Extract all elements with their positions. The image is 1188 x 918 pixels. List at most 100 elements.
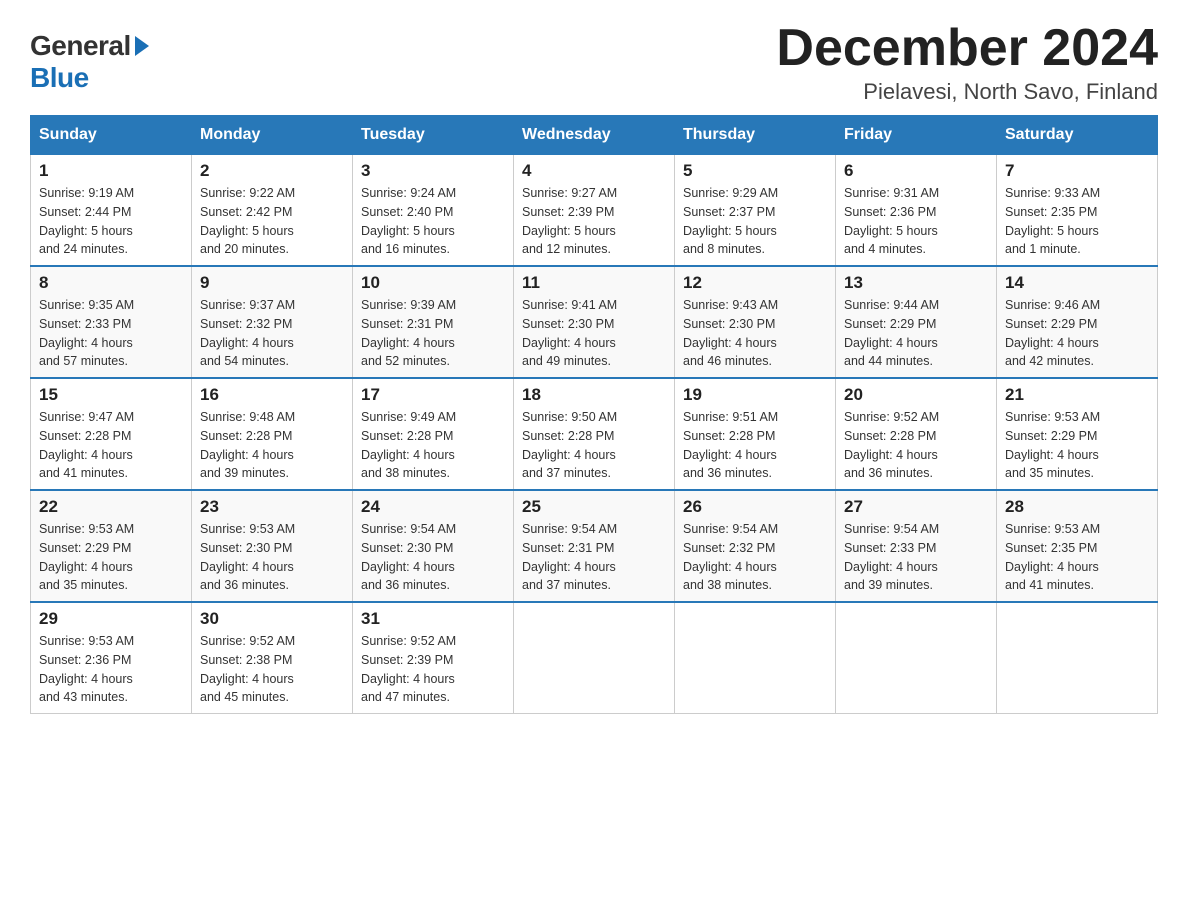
location-title: Pielavesi, North Savo, Finland [776,79,1158,105]
day-number: 15 [39,385,183,405]
table-row: 8 Sunrise: 9:35 AMSunset: 2:33 PMDayligh… [31,266,192,378]
day-number: 6 [844,161,988,181]
table-row: 14 Sunrise: 9:46 AMSunset: 2:29 PMDaylig… [997,266,1158,378]
day-info: Sunrise: 9:47 AMSunset: 2:28 PMDaylight:… [39,408,183,483]
day-info: Sunrise: 9:27 AMSunset: 2:39 PMDaylight:… [522,184,666,259]
day-number: 9 [200,273,344,293]
day-number: 7 [1005,161,1149,181]
day-number: 22 [39,497,183,517]
table-row [514,602,675,714]
table-row: 9 Sunrise: 9:37 AMSunset: 2:32 PMDayligh… [192,266,353,378]
day-info: Sunrise: 9:29 AMSunset: 2:37 PMDaylight:… [683,184,827,259]
day-number: 20 [844,385,988,405]
table-row: 26 Sunrise: 9:54 AMSunset: 2:32 PMDaylig… [675,490,836,602]
day-number: 12 [683,273,827,293]
day-number: 21 [1005,385,1149,405]
table-row: 31 Sunrise: 9:52 AMSunset: 2:39 PMDaylig… [353,602,514,714]
table-row: 13 Sunrise: 9:44 AMSunset: 2:29 PMDaylig… [836,266,997,378]
day-number: 14 [1005,273,1149,293]
month-title: December 2024 [776,20,1158,77]
day-number: 17 [361,385,505,405]
table-row: 5 Sunrise: 9:29 AMSunset: 2:37 PMDayligh… [675,155,836,267]
day-info: Sunrise: 9:53 AMSunset: 2:30 PMDaylight:… [200,520,344,595]
day-number: 19 [683,385,827,405]
day-number: 10 [361,273,505,293]
day-number: 30 [200,609,344,629]
day-number: 18 [522,385,666,405]
day-info: Sunrise: 9:43 AMSunset: 2:30 PMDaylight:… [683,296,827,371]
logo: General Blue [30,30,149,94]
table-row [836,602,997,714]
day-info: Sunrise: 9:49 AMSunset: 2:28 PMDaylight:… [361,408,505,483]
day-number: 8 [39,273,183,293]
day-number: 31 [361,609,505,629]
day-number: 11 [522,273,666,293]
table-row: 1 Sunrise: 9:19 AMSunset: 2:44 PMDayligh… [31,155,192,267]
day-number: 13 [844,273,988,293]
col-monday: Monday [192,116,353,155]
day-info: Sunrise: 9:54 AMSunset: 2:30 PMDaylight:… [361,520,505,595]
day-number: 1 [39,161,183,181]
table-row: 7 Sunrise: 9:33 AMSunset: 2:35 PMDayligh… [997,155,1158,267]
col-wednesday: Wednesday [514,116,675,155]
day-info: Sunrise: 9:53 AMSunset: 2:29 PMDaylight:… [39,520,183,595]
day-info: Sunrise: 9:54 AMSunset: 2:33 PMDaylight:… [844,520,988,595]
table-row: 2 Sunrise: 9:22 AMSunset: 2:42 PMDayligh… [192,155,353,267]
table-row: 29 Sunrise: 9:53 AMSunset: 2:36 PMDaylig… [31,602,192,714]
day-number: 29 [39,609,183,629]
day-number: 16 [200,385,344,405]
table-row [675,602,836,714]
day-number: 25 [522,497,666,517]
day-info: Sunrise: 9:52 AMSunset: 2:39 PMDaylight:… [361,632,505,707]
table-row: 3 Sunrise: 9:24 AMSunset: 2:40 PMDayligh… [353,155,514,267]
table-row: 23 Sunrise: 9:53 AMSunset: 2:30 PMDaylig… [192,490,353,602]
day-number: 27 [844,497,988,517]
day-info: Sunrise: 9:52 AMSunset: 2:38 PMDaylight:… [200,632,344,707]
day-info: Sunrise: 9:53 AMSunset: 2:36 PMDaylight:… [39,632,183,707]
table-row: 25 Sunrise: 9:54 AMSunset: 2:31 PMDaylig… [514,490,675,602]
table-row: 12 Sunrise: 9:43 AMSunset: 2:30 PMDaylig… [675,266,836,378]
col-tuesday: Tuesday [353,116,514,155]
day-info: Sunrise: 9:44 AMSunset: 2:29 PMDaylight:… [844,296,988,371]
table-row: 17 Sunrise: 9:49 AMSunset: 2:28 PMDaylig… [353,378,514,490]
day-number: 4 [522,161,666,181]
day-info: Sunrise: 9:54 AMSunset: 2:31 PMDaylight:… [522,520,666,595]
table-row: 6 Sunrise: 9:31 AMSunset: 2:36 PMDayligh… [836,155,997,267]
table-row: 28 Sunrise: 9:53 AMSunset: 2:35 PMDaylig… [997,490,1158,602]
header: General Blue December 2024 Pielavesi, No… [30,20,1158,105]
table-row: 21 Sunrise: 9:53 AMSunset: 2:29 PMDaylig… [997,378,1158,490]
day-info: Sunrise: 9:24 AMSunset: 2:40 PMDaylight:… [361,184,505,259]
table-row: 11 Sunrise: 9:41 AMSunset: 2:30 PMDaylig… [514,266,675,378]
day-info: Sunrise: 9:51 AMSunset: 2:28 PMDaylight:… [683,408,827,483]
day-number: 28 [1005,497,1149,517]
table-row: 27 Sunrise: 9:54 AMSunset: 2:33 PMDaylig… [836,490,997,602]
day-number: 3 [361,161,505,181]
day-info: Sunrise: 9:53 AMSunset: 2:29 PMDaylight:… [1005,408,1149,483]
logo-arrow-icon [135,36,149,56]
table-row [997,602,1158,714]
table-row: 15 Sunrise: 9:47 AMSunset: 2:28 PMDaylig… [31,378,192,490]
day-info: Sunrise: 9:37 AMSunset: 2:32 PMDaylight:… [200,296,344,371]
logo-general-text: General [30,30,131,62]
table-row: 16 Sunrise: 9:48 AMSunset: 2:28 PMDaylig… [192,378,353,490]
col-sunday: Sunday [31,116,192,155]
day-number: 24 [361,497,505,517]
day-info: Sunrise: 9:33 AMSunset: 2:35 PMDaylight:… [1005,184,1149,259]
day-info: Sunrise: 9:19 AMSunset: 2:44 PMDaylight:… [39,184,183,259]
table-row: 19 Sunrise: 9:51 AMSunset: 2:28 PMDaylig… [675,378,836,490]
day-number: 26 [683,497,827,517]
day-info: Sunrise: 9:31 AMSunset: 2:36 PMDaylight:… [844,184,988,259]
day-info: Sunrise: 9:46 AMSunset: 2:29 PMDaylight:… [1005,296,1149,371]
day-number: 5 [683,161,827,181]
table-row: 10 Sunrise: 9:39 AMSunset: 2:31 PMDaylig… [353,266,514,378]
table-row: 22 Sunrise: 9:53 AMSunset: 2:29 PMDaylig… [31,490,192,602]
day-info: Sunrise: 9:41 AMSunset: 2:30 PMDaylight:… [522,296,666,371]
table-row: 30 Sunrise: 9:52 AMSunset: 2:38 PMDaylig… [192,602,353,714]
day-info: Sunrise: 9:50 AMSunset: 2:28 PMDaylight:… [522,408,666,483]
day-info: Sunrise: 9:48 AMSunset: 2:28 PMDaylight:… [200,408,344,483]
day-number: 2 [200,161,344,181]
day-info: Sunrise: 9:54 AMSunset: 2:32 PMDaylight:… [683,520,827,595]
col-friday: Friday [836,116,997,155]
day-info: Sunrise: 9:35 AMSunset: 2:33 PMDaylight:… [39,296,183,371]
col-saturday: Saturday [997,116,1158,155]
